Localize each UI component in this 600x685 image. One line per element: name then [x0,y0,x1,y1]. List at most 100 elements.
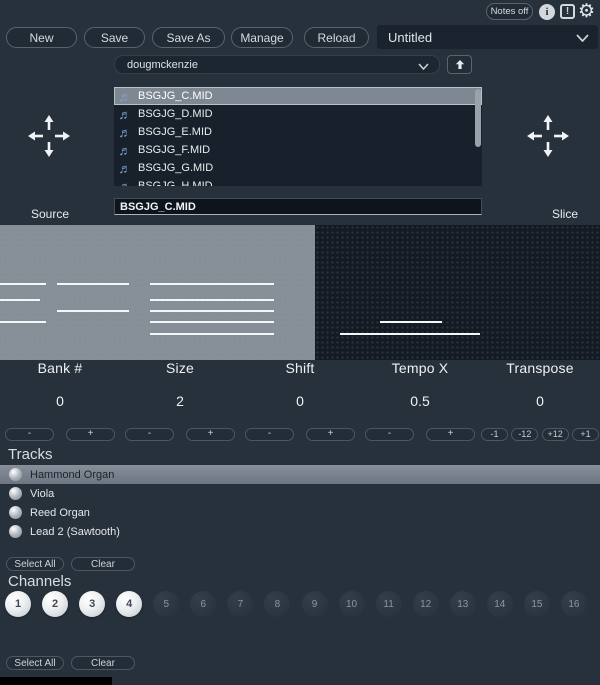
file-item[interactable]: ♬BSGJG_G.MID [114,159,482,177]
param-value: 0 [0,393,120,409]
midi-note-icon: ♬ [118,107,132,122]
track-item[interactable]: Hammond Organ [0,465,600,484]
midi-note-icon: ♬ [118,179,132,187]
param-button[interactable]: - [245,428,294,441]
channel-4[interactable]: 4 [116,591,142,617]
track-label: Reed Organ [30,507,90,519]
topbar-button-manage[interactable]: Manage [231,27,293,48]
param-value: 2 [120,393,240,409]
midi-note-line [0,299,40,301]
param-button[interactable]: +1 [572,428,599,441]
file-item[interactable]: ♬BSGJG_E.MID [114,123,482,141]
track-item[interactable]: Viola [0,484,600,503]
param-label: Tempo X [360,360,480,376]
channel-5[interactable]: 5 [153,591,179,617]
track-item[interactable]: Reed Organ [0,503,600,522]
param-button[interactable]: -12 [511,428,538,441]
channel-6[interactable]: 6 [190,591,216,617]
channels-select-all-button[interactable]: Select All [6,656,64,670]
param-button[interactable]: - [365,428,414,441]
file-list[interactable]: ♬BSGJG_C.MID♬BSGJG_D.MID♬BSGJG_E.MID♬BSG… [114,87,482,186]
midi-selection-overlay[interactable] [0,225,315,360]
param-buttons: -+ [365,428,475,441]
channel-9[interactable]: 9 [302,591,328,617]
param-value: 0 [240,393,360,409]
folder-name: dougmckenzie [127,59,198,71]
param-button[interactable]: +12 [542,428,569,441]
preset-name: Untitled [388,30,432,45]
channel-13[interactable]: 13 [450,591,476,617]
topbar-button-reload[interactable]: Reload [304,27,369,48]
channel-3[interactable]: 3 [79,591,105,617]
param-button[interactable]: + [426,428,475,441]
channel-15[interactable]: 15 [524,591,550,617]
chevron-down-icon [418,63,429,70]
midi-note-line [150,333,274,335]
param-button[interactable]: + [66,428,115,441]
midi-note-line [0,283,46,285]
midi-note-line [150,321,274,323]
alert-icon[interactable]: ! [560,4,575,19]
param-bank: Bank # 0 -+ [0,360,120,445]
notes-off-button[interactable]: Notes off [486,3,533,20]
midi-note-line [0,321,46,323]
midi-note-line [150,310,274,312]
topbar-button-new[interactable]: New [6,27,77,48]
channel-10[interactable]: 10 [339,591,365,617]
channel-14[interactable]: 14 [487,591,513,617]
midi-note-line [57,310,129,312]
channel-16[interactable]: 16 [561,591,587,617]
track-ball-icon [9,506,22,519]
file-item[interactable]: ♬BSGJG_D.MID [114,105,482,123]
param-button[interactable]: - [125,428,174,441]
file-label: BSGJG_E.MID [138,126,212,138]
track-list: Hammond OrganViola Reed Organ Lead 2 (Sawt… [0,465,600,541]
slice-move-arrows-icon[interactable] [525,113,571,159]
file-label: BSGJG_G.MID [138,162,213,174]
param-buttons: -+ [5,428,115,441]
channel-12[interactable]: 12 [413,591,439,617]
file-label: BSGJG_F.MID [138,144,210,156]
param-value: 0.5 [360,393,480,409]
track-label: Lead 2 (Sawtooth) [30,526,120,538]
track-item[interactable]: Lead 2 (Sawtooth) [0,522,600,541]
midi-note-icon: ♬ [118,143,132,158]
topbar-button-save-as[interactable]: Save As [152,27,225,48]
tracks-clear-button[interactable]: Clear [71,557,135,571]
folder-select[interactable]: dougmckenzie [114,55,440,74]
param-label: Transpose [480,360,600,376]
midi-view[interactable] [0,225,600,360]
gear-icon[interactable]: ⚙ [578,0,595,24]
up-arrow-icon [455,59,465,70]
preset-select[interactable]: Untitled [377,25,598,49]
channel-8[interactable]: 8 [264,591,290,617]
midi-note-icon: ♬ [118,89,132,104]
midi-note-line [150,283,274,285]
file-item[interactable]: ♬BSGJG_C.MID [114,87,482,105]
param-label: Bank # [0,360,120,376]
track-ball-icon [9,487,22,500]
param-button[interactable]: - [5,428,54,441]
param-button[interactable]: + [186,428,235,441]
param-buttons: -+ [125,428,235,441]
tracks-select-all-button[interactable]: Select All [6,557,64,571]
channel-7[interactable]: 7 [227,591,253,617]
folder-up-button[interactable] [447,55,472,74]
file-list-scrollbar[interactable] [475,89,481,147]
param-tempox: Tempo X 0.5 -+ [360,360,480,445]
params: Bank #0-+Size2-+Shift0-+Tempo X0.5-+Tran… [0,360,600,445]
channel-11[interactable]: 11 [376,591,402,617]
channel-2[interactable]: 2 [42,591,68,617]
source-move-arrows-icon[interactable] [26,113,72,159]
file-item[interactable]: ♬ BSGJG_H.MID [114,177,482,186]
info-icon[interactable]: i [539,4,555,20]
midi-note-line [380,321,442,323]
file-item[interactable]: ♬ BSGJG_F.MID [114,141,482,159]
param-button[interactable]: -1 [481,428,508,441]
param-button[interactable]: + [306,428,355,441]
file-label: BSGJG_H.MID [138,180,213,186]
topbar-button-save[interactable]: Save [84,27,145,48]
filename-input[interactable]: BSGJG_C.MID [114,198,482,215]
channel-1[interactable]: 1 [5,591,31,617]
channels-clear-button[interactable]: Clear [71,656,135,670]
